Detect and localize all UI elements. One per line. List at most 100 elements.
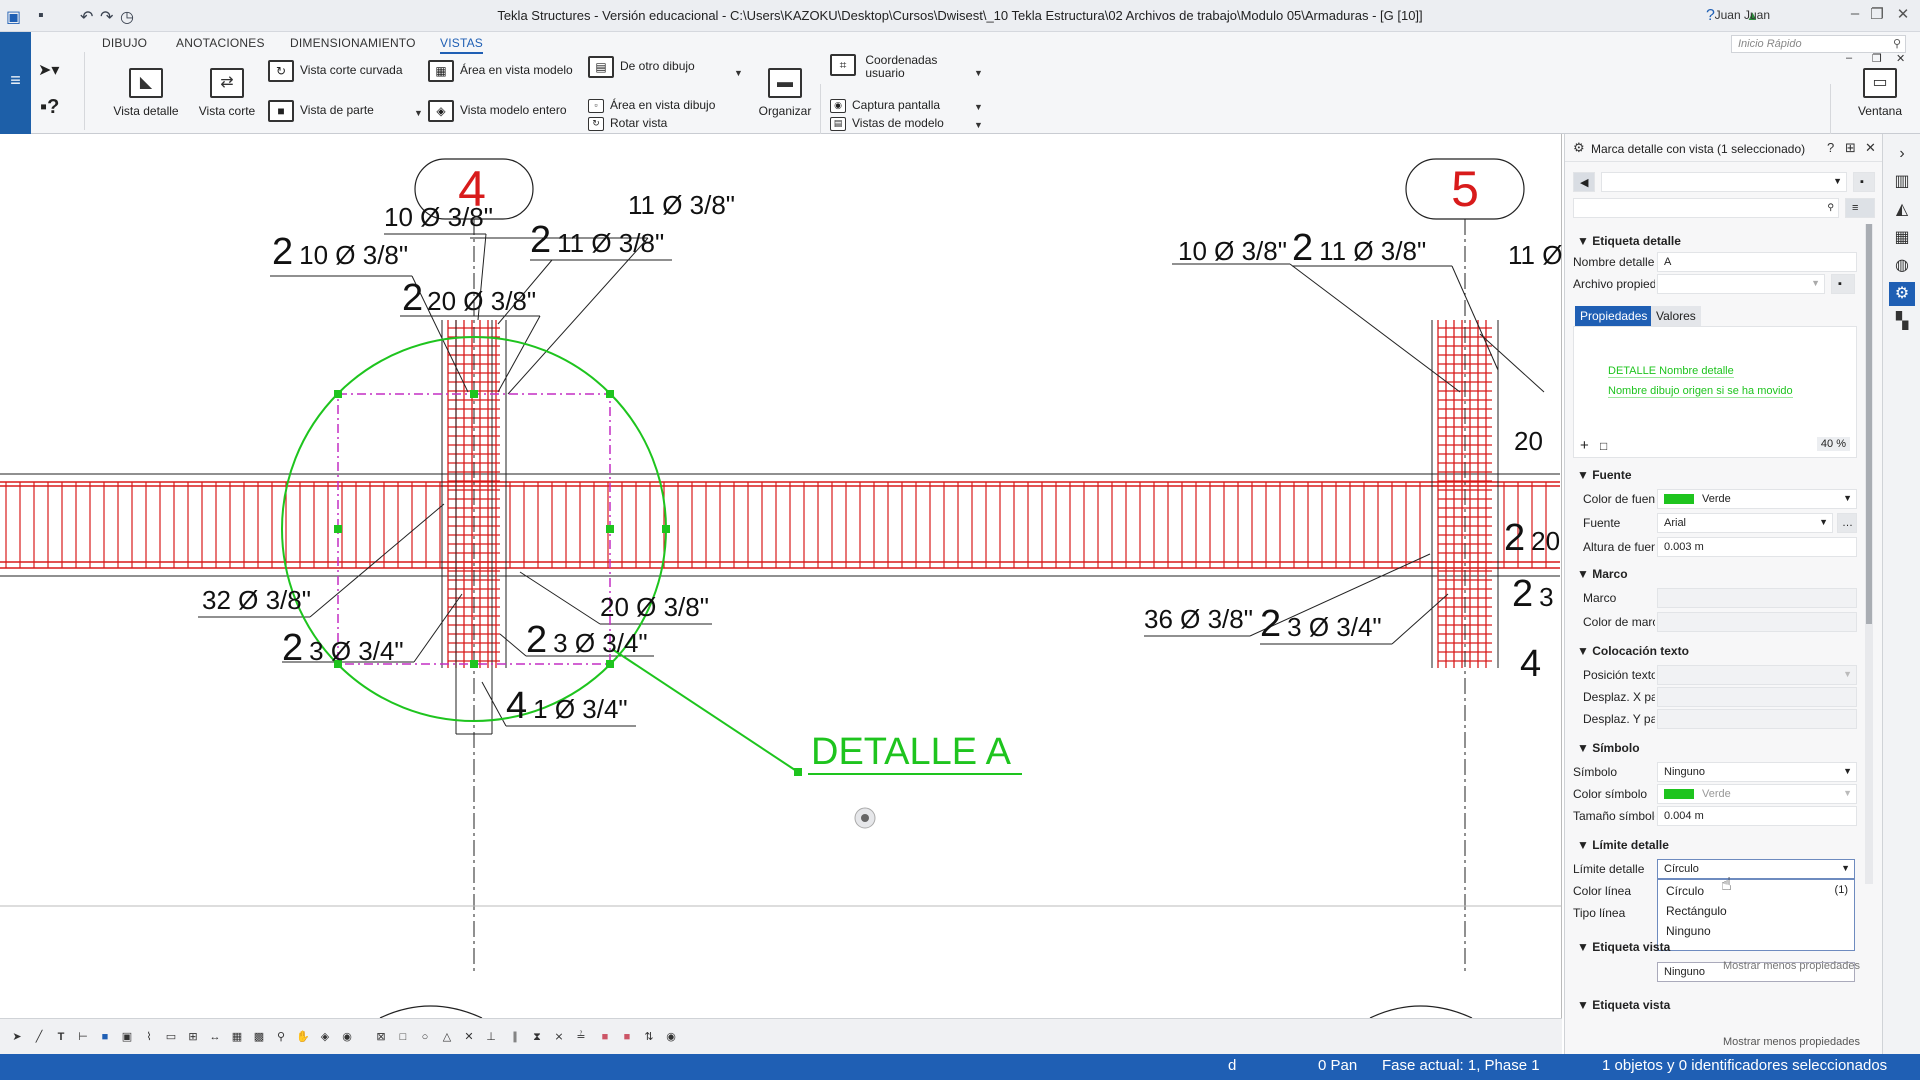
vista-corte-curvada-button[interactable]: ↻ Vista corte curvada bbox=[268, 60, 403, 82]
section-limite-detalle[interactable]: ▼ Límite detalle bbox=[1577, 838, 1669, 852]
nombre-detalle-input[interactable]: A bbox=[1657, 252, 1857, 272]
color-filter-icon-2[interactable]: ■ bbox=[618, 1028, 636, 1046]
archivo-propiedades-select[interactable]: ▼ bbox=[1657, 274, 1825, 294]
select-tool-icon[interactable]: ➤▾ bbox=[38, 60, 59, 80]
tab-dimensionamiento[interactable]: DIMENSIONAMIENTO bbox=[290, 36, 416, 50]
properties-search-input[interactable]: ⚲ bbox=[1573, 198, 1839, 218]
section-marco[interactable]: ▼ Marco bbox=[1577, 567, 1628, 581]
desplaz-y-input[interactable] bbox=[1657, 709, 1857, 729]
selection-handle[interactable] bbox=[470, 660, 478, 668]
detail-leader-handle[interactable] bbox=[794, 768, 802, 776]
catalog-icon[interactable]: ▥ bbox=[1889, 170, 1915, 194]
save-attribute-button[interactable]: ▪ bbox=[1853, 172, 1875, 192]
grid-tool-icon[interactable]: ▦ bbox=[228, 1028, 246, 1046]
tab-vistas[interactable]: VISTAS bbox=[440, 36, 483, 54]
label-content-box[interactable]: DETALLE Nombre detalle Nombre dibujo ori… bbox=[1573, 326, 1857, 458]
visibility-icon[interactable]: ◉ bbox=[662, 1028, 680, 1046]
selection-handle[interactable] bbox=[334, 390, 342, 398]
section-simbolo[interactable]: ▼ Símbolo bbox=[1577, 741, 1640, 755]
fill-tool-icon[interactable]: ■ bbox=[96, 1028, 114, 1046]
ribbon-restore-icon[interactable]: ❐ bbox=[1872, 52, 1882, 65]
calculator-icon[interactable]: ▦ bbox=[1889, 226, 1915, 250]
select-arrow-icon[interactable]: ➤ bbox=[8, 1028, 26, 1046]
vista-de-parte-button[interactable]: ■ Vista de parte bbox=[268, 100, 374, 122]
vistas-de-modelo-button[interactable]: ▤ Vistas de modelo bbox=[830, 116, 944, 131]
tab-anotaciones[interactable]: ANOTACIONES bbox=[176, 36, 265, 50]
mark-tool-icon[interactable]: ⊞ bbox=[184, 1028, 202, 1046]
font-browse-button[interactable]: … bbox=[1837, 513, 1857, 533]
selection-handle[interactable] bbox=[606, 660, 614, 668]
coordenadas-usuario-button[interactable]: ⌗ Coordenadas usuario bbox=[830, 54, 937, 80]
polyline-tool-icon[interactable]: ⌇ bbox=[140, 1028, 158, 1046]
rebar-label[interactable]: 23 Ø 3/4" bbox=[1260, 603, 1382, 645]
detail-label-text[interactable]: DETALLE A bbox=[811, 731, 1012, 773]
help-icon[interactable]: ? bbox=[1706, 7, 1715, 25]
archivo-save-button[interactable]: ▪ bbox=[1831, 274, 1855, 294]
section-etiqueta-vista-2[interactable]: ▼ Etiqueta vista bbox=[1577, 998, 1670, 1012]
rebar-label[interactable]: 36 Ø 3/8" bbox=[1144, 604, 1253, 634]
section-colocacion-texto[interactable]: ▼ Colocación texto bbox=[1577, 644, 1689, 658]
scrollbar-thumb[interactable] bbox=[1866, 224, 1872, 624]
square-snap-icon[interactable]: □ bbox=[394, 1028, 412, 1046]
ventana-button[interactable]: ▭ Ventana bbox=[1848, 68, 1912, 118]
de-otro-dibujo-button[interactable]: ▤ De otro dibujo bbox=[588, 56, 695, 78]
cross-snap-icon[interactable]: ✕ bbox=[460, 1028, 478, 1046]
rebar-label[interactable]: 10 Ø 3/8" bbox=[1178, 236, 1287, 266]
selection-handle[interactable] bbox=[606, 390, 614, 398]
view-eye-icon[interactable]: ◉ bbox=[338, 1028, 356, 1046]
rebar-label[interactable]: 20 Ø 3/8" bbox=[600, 592, 709, 622]
rebar-label[interactable]: 32 Ø 3/8" bbox=[202, 585, 311, 615]
limite-detalle-dropdown-list[interactable]: Círculo (1) Rectángulo Ninguno bbox=[1657, 879, 1855, 951]
posicion-texto-select[interactable]: ▼ bbox=[1657, 665, 1857, 685]
dimension-tool-icon[interactable]: ⊢ bbox=[74, 1028, 92, 1046]
parallel-snap-icon[interactable]: ∥ bbox=[506, 1028, 524, 1046]
rectangle-snap-icon[interactable]: ⊠ bbox=[372, 1028, 390, 1046]
extension-snap-icon[interactable]: ⨯ bbox=[550, 1028, 568, 1046]
triangle-snap-icon[interactable]: △ bbox=[438, 1028, 456, 1046]
color-filter-icon[interactable]: ■ bbox=[596, 1028, 614, 1046]
circle-snap-icon[interactable]: ○ bbox=[416, 1028, 434, 1046]
attribute-file-select[interactable]: ▼ bbox=[1601, 172, 1847, 192]
color-fuente-select[interactable]: Verde ▼ bbox=[1657, 489, 1857, 509]
tamano-simbolo-input[interactable]: 0.004 m bbox=[1657, 806, 1857, 826]
organizar-button[interactable]: ▬ Organizar bbox=[752, 68, 818, 118]
text-tool-icon[interactable]: T bbox=[52, 1028, 70, 1046]
hatch-tool-icon[interactable]: ▩ bbox=[250, 1028, 268, 1046]
captura-dropdown-icon[interactable]: ▼ bbox=[974, 102, 983, 112]
status-phase[interactable]: Fase actual: 1, Phase 1 bbox=[1382, 1057, 1540, 1074]
user-name[interactable]: Juan Juan bbox=[1715, 8, 1770, 22]
altura-fuente-input[interactable]: 0.003 m bbox=[1657, 537, 1857, 557]
marco-select[interactable] bbox=[1657, 588, 1857, 608]
orientation-icon[interactable]: ⇅ bbox=[640, 1028, 658, 1046]
vista-corte-button[interactable]: ⇄ Vista corte bbox=[194, 68, 260, 118]
show-less-link-2[interactable]: Mostrar menos propiedades bbox=[1723, 1036, 1860, 1048]
rebar-label[interactable]: 23 bbox=[1512, 573, 1554, 615]
captura-pantalla-button[interactable]: ◉ Captura pantalla bbox=[830, 98, 940, 113]
color-simbolo-select[interactable]: Verde ▼ bbox=[1657, 784, 1857, 804]
drawing-svg[interactable]: 4 5 DETALLE A 10 Ø 3/8" 11 Ø 3/8" 2 10 Ø … bbox=[0, 134, 1562, 1018]
selection-handle[interactable] bbox=[470, 390, 478, 398]
desplaz-x-input[interactable] bbox=[1657, 687, 1857, 707]
dropdown-option-circulo[interactable]: Círculo bbox=[1666, 884, 1704, 898]
app-menu-button[interactable]: ≡ bbox=[0, 32, 31, 134]
rebar-label[interactable]: 2 20 Ø 3/8" bbox=[402, 277, 536, 319]
dropdown-option-ninguno[interactable]: Ninguno bbox=[1666, 924, 1711, 938]
color-marco-select[interactable] bbox=[1657, 612, 1857, 632]
section-etiqueta-vista[interactable]: ▼ Etiqueta vista bbox=[1577, 940, 1670, 954]
area-vista-modelo-button[interactable]: ▦ Área en vista modelo bbox=[428, 60, 573, 82]
layers-icon[interactable]: ▚ bbox=[1889, 310, 1915, 334]
rebar-label[interactable]: 11 Ø 3/8" bbox=[628, 190, 735, 220]
rebar-label[interactable]: 2 11 Ø 3/8" bbox=[1292, 227, 1426, 269]
help-query-icon[interactable]: ▪? bbox=[40, 96, 59, 119]
selection-handle[interactable] bbox=[334, 525, 342, 533]
frame-tool-icon[interactable]: ▣ bbox=[118, 1028, 136, 1046]
window-tool-icon[interactable]: ▭ bbox=[162, 1028, 180, 1046]
rebar-label[interactable]: 2 10 Ø 3/8" bbox=[272, 231, 408, 273]
rebar-label[interactable]: 23 Ø 3/4" bbox=[526, 619, 648, 661]
content-line[interactable]: DETALLE Nombre detalle bbox=[1608, 365, 1734, 378]
rebar-label[interactable]: 2 11 Ø 3/8" bbox=[530, 219, 664, 261]
help-icon[interactable]: ? bbox=[1827, 140, 1834, 155]
limite-detalle-select[interactable]: Círculo ▼ bbox=[1657, 859, 1855, 879]
show-less-link[interactable]: Mostrar menos propiedades bbox=[1723, 960, 1860, 972]
line-tool-icon[interactable]: ╱ bbox=[30, 1028, 48, 1046]
